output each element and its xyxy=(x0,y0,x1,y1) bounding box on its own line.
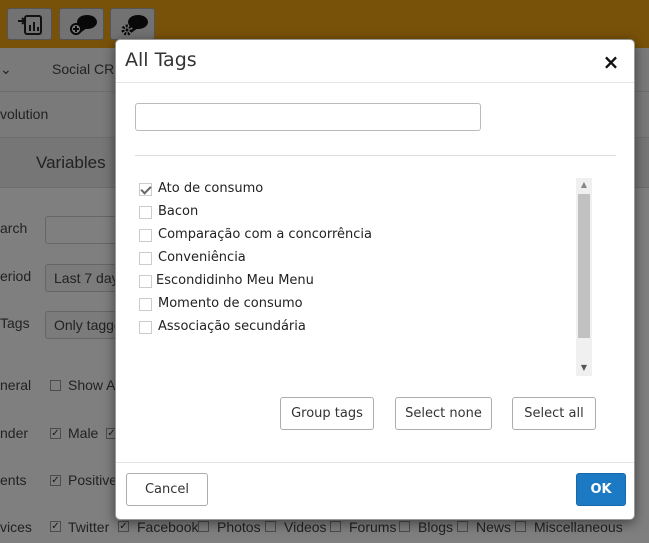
select-all-button[interactable]: Select all xyxy=(512,397,596,430)
scroll-down-arrow-icon[interactable]: ▼ xyxy=(576,361,592,375)
tag-item[interactable]: Comparação com a concorrência xyxy=(135,226,565,246)
tag-checkbox[interactable] xyxy=(139,321,152,334)
tag-label: Momento de consumo xyxy=(158,296,303,311)
tag-filter-input[interactable] xyxy=(135,103,481,131)
tag-label: Bacon xyxy=(158,204,199,219)
cancel-button[interactable]: Cancel xyxy=(126,473,208,506)
divider xyxy=(135,155,616,156)
tag-item[interactable]: Bacon xyxy=(135,203,565,223)
tag-checkbox[interactable] xyxy=(139,252,152,265)
tag-item[interactable]: Momento de consumo xyxy=(135,295,565,315)
tag-item[interactable]: Conveniência xyxy=(135,249,565,269)
ok-button[interactable]: OK xyxy=(576,473,626,506)
tag-checkbox[interactable] xyxy=(139,298,152,311)
all-tags-dialog: All Tags × Ato de consumo Bacon Comparaç… xyxy=(115,39,635,520)
tag-checkbox-checked[interactable] xyxy=(139,183,152,196)
tag-list-scrollbar[interactable]: ▲ ▼ xyxy=(576,178,592,376)
tag-item[interactable]: Escondidinho Meu Menu xyxy=(135,272,565,292)
tag-item[interactable]: Ato de consumo xyxy=(135,180,565,200)
tag-list: Ato de consumo Bacon Comparação com a co… xyxy=(135,176,591,376)
tag-label: Ato de consumo xyxy=(158,181,264,196)
scroll-up-arrow-icon[interactable]: ▲ xyxy=(576,178,592,192)
tag-checkbox[interactable] xyxy=(139,206,152,219)
tag-label: Conveniência xyxy=(158,250,246,265)
tag-item[interactable]: Associação secundária xyxy=(135,318,565,338)
tag-label: Comparação com a concorrência xyxy=(158,227,372,242)
group-tags-button[interactable]: Group tags xyxy=(280,397,374,430)
tag-label: Escondidinho Meu Menu xyxy=(156,273,314,288)
scroll-thumb[interactable] xyxy=(578,194,590,338)
close-icon[interactable]: × xyxy=(601,52,621,72)
tag-checkbox[interactable] xyxy=(139,229,152,242)
dialog-title: All Tags xyxy=(125,49,197,71)
footer-divider xyxy=(116,462,634,463)
tag-label: Associação secundária xyxy=(158,319,306,334)
dialog-header: All Tags × xyxy=(116,40,634,83)
tag-checkbox[interactable] xyxy=(139,275,152,288)
select-none-button[interactable]: Select none xyxy=(395,397,492,430)
